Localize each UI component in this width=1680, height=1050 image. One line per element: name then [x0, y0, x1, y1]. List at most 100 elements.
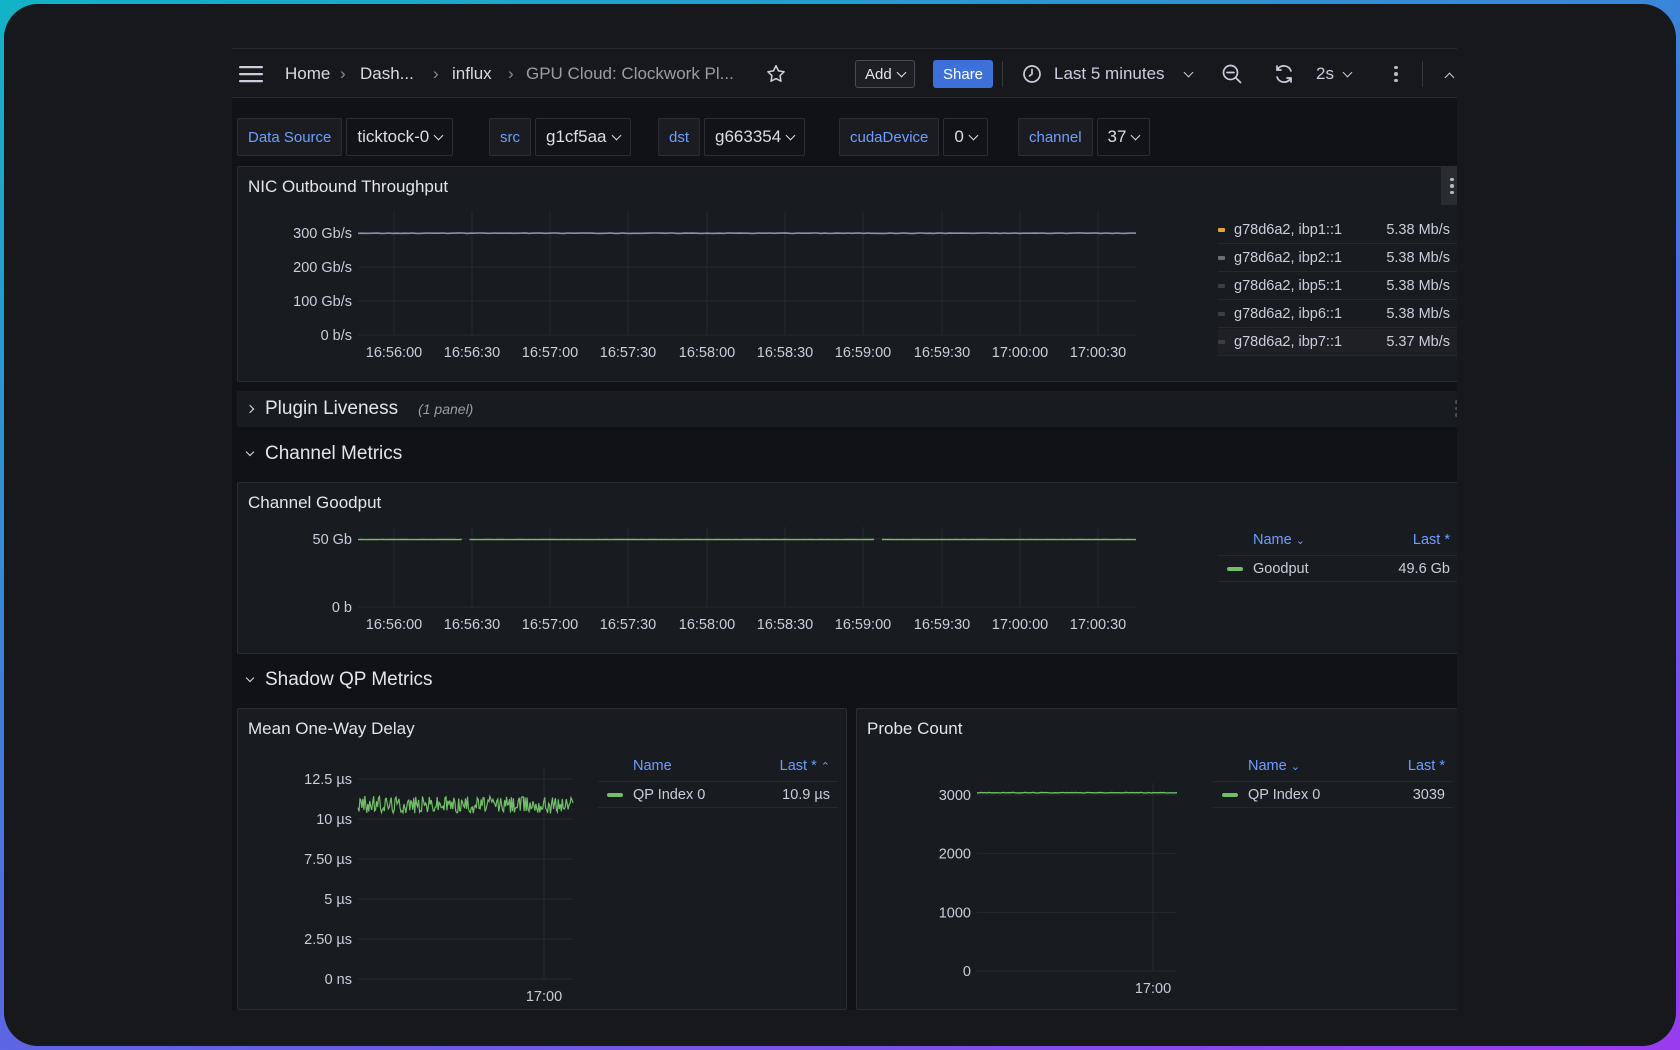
- x-tick-label: 16:59:30: [914, 345, 970, 361]
- share-button[interactable]: Share: [933, 60, 994, 88]
- legend-item[interactable]: g78d6a2, ibp1::1 5.38 Mb/s: [1218, 217, 1457, 244]
- panel-menu-icon[interactable]: [1441, 167, 1457, 205]
- zoom-out-icon[interactable]: [1221, 49, 1243, 99]
- series-swatch: [1218, 256, 1225, 260]
- legend-item[interactable]: g78d6a2, ibp7::1 5.37 Mb/s: [1218, 329, 1457, 356]
- chevron-right-icon: [245, 404, 255, 414]
- menu-icon[interactable]: [238, 49, 264, 99]
- collapse-nav-icon[interactable]: [1444, 49, 1455, 99]
- row-plugin-liveness[interactable]: Plugin Liveness (1 panel): [237, 391, 1457, 427]
- legend-name: g78d6a2, ibp2::1: [1234, 250, 1343, 266]
- chevron-down-icon: [433, 130, 444, 140]
- legend-value: 3039: [1412, 786, 1445, 803]
- y-tick-label: 300 Gb/s: [293, 226, 352, 242]
- chevron-down-icon: [1342, 67, 1353, 77]
- series-swatch: [1218, 284, 1225, 288]
- variable-channel: channel 37: [1018, 118, 1151, 156]
- x-tick-label: 16:59:00: [835, 345, 891, 361]
- series-swatch: [1222, 792, 1238, 797]
- legend-header-name-label: Name: [1248, 758, 1287, 774]
- time-range-label: Last 5 minutes: [1054, 64, 1165, 83]
- x-tick-label: 16:57:00: [522, 617, 578, 633]
- legend-header-last[interactable]: Last *: [1413, 532, 1450, 548]
- legend-value: 5.38 Mb/s: [1386, 250, 1450, 266]
- x-tick-label: 16:58:30: [757, 617, 813, 633]
- refresh-icon[interactable]: [1273, 49, 1295, 99]
- y-tick-label: 200 Gb/s: [293, 260, 352, 276]
- select-value: g663354: [715, 127, 782, 146]
- x-tick-label: 16:59:00: [835, 617, 891, 633]
- legend-name: QP Index 0: [633, 786, 706, 803]
- series-swatch: [1218, 340, 1225, 344]
- row-title: Channel Metrics: [265, 443, 403, 464]
- window-frame: Home › Dash... › influx › GPU Cloud: Clo…: [4, 4, 1676, 1046]
- series-line: [357, 794, 574, 815]
- more-options-icon[interactable]: [1394, 49, 1398, 99]
- star-icon[interactable]: [765, 49, 787, 99]
- row-menu-icon[interactable]: [1454, 400, 1457, 417]
- y-tick-label: 10 µs: [316, 812, 352, 828]
- y-tick-label: 0: [963, 964, 971, 980]
- legend-header-name[interactable]: Name: [633, 758, 672, 774]
- series-swatch: [1218, 312, 1225, 316]
- legend-value: 5.37 Mb/s: [1386, 334, 1450, 350]
- row-shadow-qp-metrics[interactable]: Shadow QP Metrics: [237, 662, 433, 698]
- series-swatch: [607, 792, 623, 797]
- cudadevice-select[interactable]: 0: [943, 118, 988, 156]
- dashboard-app: Home › Dash... › influx › GPU Cloud: Clo…: [232, 48, 1457, 1010]
- legend-header-name[interactable]: Name ⌄: [1248, 758, 1300, 774]
- add-button[interactable]: Add: [855, 60, 915, 88]
- chevron-down-icon: [896, 67, 907, 77]
- legend-item[interactable]: QP Index 0 10.9 µs: [598, 781, 838, 808]
- y-tick-label: 0 b/s: [321, 328, 352, 344]
- y-tick-label: 3000: [939, 788, 971, 804]
- series-swatch: [1227, 566, 1243, 571]
- panel-nic-outbound-throughput: NIC Outbound Throughput 300 Gb/s 200 Gb/s…: [237, 166, 1457, 382]
- x-tick-label: 17:00:00: [992, 617, 1048, 633]
- variable-dst: dst g663354: [658, 118, 806, 156]
- x-tick-label: 16:58:00: [679, 345, 735, 361]
- channel-select[interactable]: 37: [1096, 118, 1151, 156]
- breadcrumb-home[interactable]: Home: [285, 49, 330, 99]
- chevron-down-icon: [968, 130, 979, 140]
- x-tick-label: 17:00:30: [1070, 345, 1126, 361]
- legend-name: g78d6a2, ibp1::1: [1234, 222, 1343, 238]
- refresh-interval-label: 2s: [1316, 64, 1334, 83]
- y-tick-label: 100 Gb/s: [293, 294, 352, 310]
- legend-name: g78d6a2, ibp5::1: [1234, 278, 1343, 294]
- row-channel-metrics[interactable]: Channel Metrics: [237, 436, 402, 472]
- variable-label: cudaDevice: [839, 118, 940, 156]
- legend-item[interactable]: Goodput 49.6 Gb: [1218, 555, 1457, 582]
- x-tick-label: 16:56:00: [366, 345, 422, 361]
- chevron-down-icon: [1131, 130, 1141, 140]
- variable-datasource: Data Source ticktock-0: [237, 118, 454, 156]
- legend-header-name[interactable]: Name ⌄: [1253, 532, 1305, 548]
- panel-mean-one-way-delay: Mean One-Way Delay 12.5 µs 10 µs 7.50 µs 5 …: [237, 708, 847, 1010]
- chevron-down-icon: [245, 447, 255, 457]
- breadcrumb-folder[interactable]: influx: [452, 49, 492, 99]
- refresh-interval-picker[interactable]: 2s: [1316, 49, 1353, 99]
- clock-icon: [1023, 65, 1041, 83]
- legend-header-name-label: Name: [1253, 532, 1292, 548]
- legend-item[interactable]: g78d6a2, ibp2::1 5.38 Mb/s: [1218, 245, 1457, 272]
- dst-select[interactable]: g663354: [704, 118, 806, 156]
- legend-name: g78d6a2, ibp7::1: [1234, 334, 1343, 350]
- datasource-select[interactable]: ticktock-0: [346, 118, 454, 156]
- src-select[interactable]: g1cf5aa: [535, 118, 631, 156]
- legend-header-last[interactable]: Last * ⌃: [780, 758, 830, 774]
- time-range-picker[interactable]: Last 5 minutes: [1022, 49, 1194, 99]
- nic-chart: 300 Gb/s 200 Gb/s 100 Gb/s 0 b/s 16:56:00 16:…: [293, 211, 1137, 361]
- series-line: [357, 232, 1137, 235]
- legend-item[interactable]: QP Index 0 3039: [1213, 781, 1453, 808]
- divider: [1002, 61, 1003, 87]
- legend-item[interactable]: g78d6a2, ibp6::1 5.38 Mb/s: [1218, 301, 1457, 328]
- legend-item[interactable]: g78d6a2, ibp5::1 5.38 Mb/s: [1218, 273, 1457, 300]
- x-tick-label: 16:58:30: [757, 345, 813, 361]
- breadcrumb-separator-icon: ›: [433, 64, 439, 83]
- chevron-down-icon: [785, 130, 796, 140]
- breadcrumb-dashboards[interactable]: Dash...: [360, 49, 414, 99]
- legend-header-last[interactable]: Last *: [1408, 758, 1445, 774]
- x-tick-label: 17:00: [1135, 981, 1171, 997]
- legend-name: g78d6a2, ibp6::1: [1234, 306, 1343, 322]
- delay-chart: 12.5 µs 10 µs 7.50 µs 5 µs 2.50 µs 0 ns 17:00: [304, 767, 574, 1005]
